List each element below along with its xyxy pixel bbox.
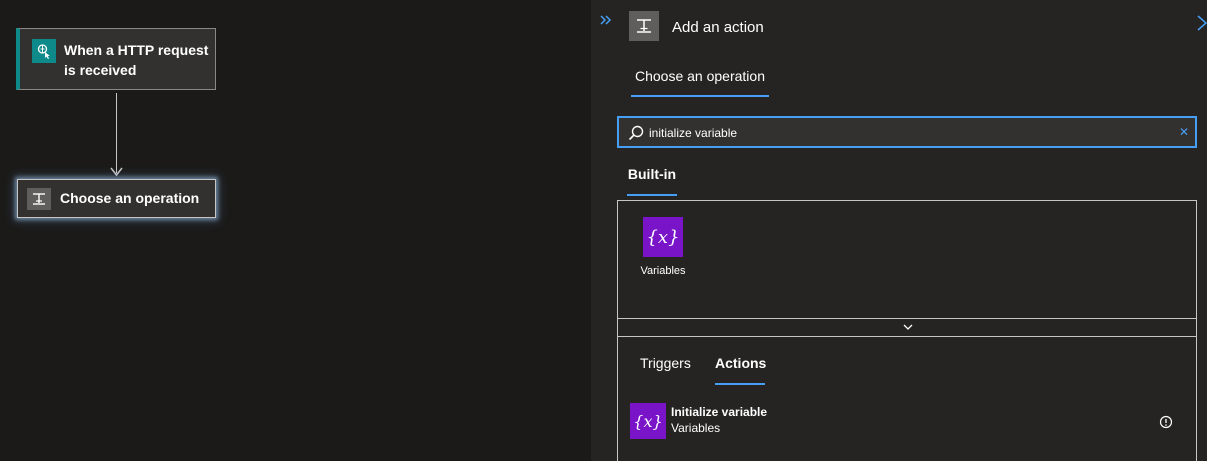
operation-icon [27,188,51,210]
connector-tile-variables[interactable]: {x} Variables [638,217,688,281]
search-box[interactable]: ✕ [617,116,1197,148]
tab-actions[interactable]: Actions [715,355,766,385]
double-chevron-right-icon[interactable] [599,12,617,30]
chevron-down-icon [903,324,913,330]
panel-title: Add an action [672,19,764,36]
trigger-card-title: When a HTTP request is received [64,42,209,78]
clear-search-icon[interactable]: ✕ [1176,122,1192,142]
designer-canvas: When a HTTP request is received Choose a… [0,0,590,461]
operation-card[interactable]: Choose an operation [17,179,216,218]
trigger-card-http-request[interactable]: When a HTTP request is received [16,28,216,90]
search-icon [628,125,644,141]
flow-connector-line [116,93,117,173]
http-request-icon [32,39,56,63]
tab-built-in[interactable]: Built-in [627,166,677,196]
tab-choose-operation[interactable]: Choose an operation [631,66,769,97]
results-section: Triggers Actions {x} Initialize variable… [617,337,1197,461]
variables-icon: {x} [643,217,683,257]
action-title: Initialize variable [671,405,768,419]
operation-icon [629,11,659,41]
action-connector: Variables [671,421,721,435]
operation-card-title: Choose an operation [60,190,200,206]
tab-triggers[interactable]: Triggers [640,355,691,385]
add-action-panel: Add an action Choose an operation ✕ Buil… [590,0,1207,461]
close-icon[interactable] [1194,14,1207,32]
expand-connectors-button[interactable] [617,318,1197,337]
variables-icon: {x} [630,403,666,439]
flow-arrow-icon [110,167,123,177]
tab-choose-operation-label: Choose an operation [635,68,765,84]
connector-tile-label: Variables [640,265,686,277]
search-input[interactable] [649,123,1169,143]
tab-built-in-label: Built-in [627,166,677,182]
connector-grid: {x} Variables [617,200,1197,319]
action-row-initialize-variable[interactable]: {x} Initialize variable Variables [630,403,1190,441]
info-icon[interactable] [1159,415,1173,429]
